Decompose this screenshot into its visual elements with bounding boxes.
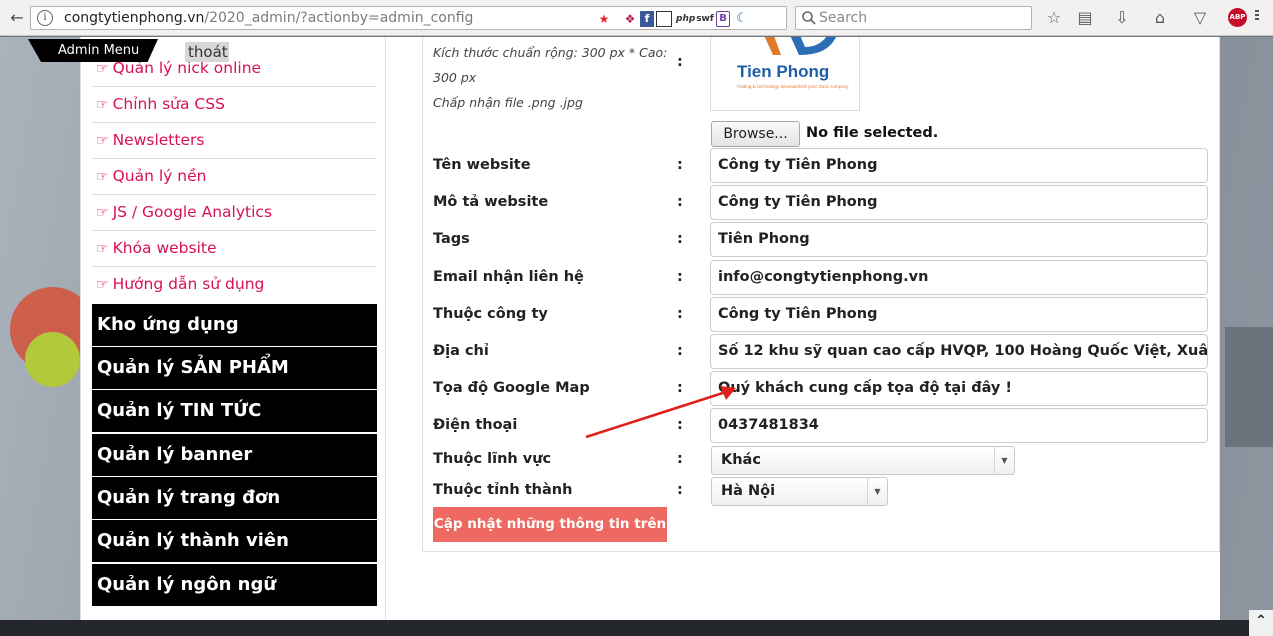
flag-extension-icon[interactable]: ★ xyxy=(597,11,611,27)
footer-bar xyxy=(0,620,1273,636)
download-icon[interactable]: ⇩ xyxy=(1111,7,1133,29)
logo-brand-subtext: trading & technology development joint s… xyxy=(737,84,849,89)
label-tags: Tags xyxy=(433,231,470,247)
sidebar-block-app-store[interactable]: Kho ứng dụng xyxy=(92,304,377,346)
industry-select[interactable]: Khác ▼ xyxy=(711,446,1015,475)
company-input[interactable]: Công ty Tiên Phong xyxy=(710,297,1208,332)
website-name-input[interactable]: Công ty Tiên Phong xyxy=(710,148,1208,183)
facebook-icon[interactable]: f xyxy=(640,11,654,27)
label-phone: Điện thoại xyxy=(433,417,518,433)
sidebar-block-products[interactable]: Quản lý SẢN PHẨM xyxy=(92,347,377,389)
sidebar-block-languages[interactable]: Quản lý ngôn ngữ xyxy=(92,564,377,606)
logo-preview: Tien Phong trading & technology developm… xyxy=(710,37,860,111)
google-map-input[interactable]: Quý khách cung cấp tọa độ tại đây ! xyxy=(710,371,1208,406)
sidebar-item-background[interactable]: ☞ Quản lý nền xyxy=(92,159,377,195)
label-website-name: Tên website xyxy=(433,157,531,173)
update-info-button[interactable]: Cập nhật những thông tin trên xyxy=(433,507,667,542)
colon: : xyxy=(677,157,683,173)
back-arrow-icon[interactable]: ← xyxy=(6,7,28,29)
website-description-input[interactable]: Công ty Tiên Phong xyxy=(710,185,1208,220)
province-select-value: Hà Nội xyxy=(721,483,776,499)
url-bar[interactable]: i congtytienphong.vn/2020_admin/?actionb… xyxy=(30,6,808,30)
hand-pointer-icon: ☞ xyxy=(96,277,109,293)
url-text[interactable]: congtytienphong.vn/2020_admin/?actionby=… xyxy=(64,10,473,26)
adblock-plus-icon[interactable]: ABP xyxy=(1228,8,1247,27)
hand-pointer-icon: ☞ xyxy=(96,241,109,257)
colon: : xyxy=(677,269,683,285)
sidebar-item-lock-website[interactable]: ☞ Khóa website xyxy=(92,231,377,267)
browser-menu-icon[interactable] xyxy=(1255,10,1259,24)
annotation-arrow-icon xyxy=(585,386,736,439)
hand-pointer-icon: ☞ xyxy=(96,133,109,149)
reading-list-icon[interactable]: ▤ xyxy=(1074,7,1096,29)
label-province: Thuộc tỉnh thành xyxy=(433,482,573,498)
hand-pointer-icon: ☞ xyxy=(96,61,109,77)
scroll-to-top-icon[interactable]: ⌃ xyxy=(1249,610,1273,636)
php-extension-icon[interactable]: php xyxy=(676,11,695,27)
file-status-text: No file selected. xyxy=(806,125,939,141)
colon: : xyxy=(677,451,683,467)
sidebar-item-newsletters[interactable]: ☞ Newsletters xyxy=(92,123,377,159)
sidebar-block-pages[interactable]: Quản lý trang đơn xyxy=(92,477,377,519)
sidebar-block-banner[interactable]: Quản lý banner xyxy=(92,434,377,476)
feather-extension-icon[interactable]: ❖ xyxy=(622,11,638,27)
logo-brand-text: Tien Phong xyxy=(737,62,830,81)
hand-pointer-icon: ☞ xyxy=(96,169,109,185)
hand-pointer-icon: ☞ xyxy=(96,205,109,221)
colon: : xyxy=(677,231,683,247)
search-input[interactable]: Search xyxy=(819,10,867,26)
contact-email-input[interactable]: info@congtytienphong.vn xyxy=(710,260,1208,295)
colon: : xyxy=(677,306,683,322)
background-decoration xyxy=(25,332,80,387)
search-bar[interactable]: Search xyxy=(795,6,1032,30)
label-industry: Thuộc lĩnh vực xyxy=(433,451,552,467)
label-google-map: Tọa độ Google Map xyxy=(433,380,590,396)
sidebar-item-css[interactable]: ☞ Chỉnh sửa CSS xyxy=(92,87,377,123)
tags-input[interactable]: Tiên Phong xyxy=(710,222,1208,257)
colon: : xyxy=(677,194,683,210)
industry-select-value: Khác xyxy=(721,452,761,468)
moon-extension-icon[interactable]: ☾ xyxy=(734,11,750,27)
province-select[interactable]: Hà Nội ▼ xyxy=(711,477,888,506)
chevron-down-icon: ▼ xyxy=(867,478,887,505)
colon: : xyxy=(677,482,683,498)
sidebar-block-news[interactable]: Quản lý TIN TỨC xyxy=(92,390,377,432)
image-extension-icon[interactable] xyxy=(656,11,672,27)
admin-sidebar: ☞ Quản lý nick online ☞ Chỉnh sửa CSS ☞ New… xyxy=(80,37,386,620)
logo-mark-icon xyxy=(764,37,836,55)
admin-menu-tab[interactable]: Admin Menu xyxy=(28,39,158,62)
label-address: Địa chỉ xyxy=(433,343,489,359)
browser-toolbar: ← i congtytienphong.vn/2020_admin/?actio… xyxy=(0,0,1273,36)
bootstrap-extension-icon[interactable]: B xyxy=(716,11,730,27)
browse-file-button[interactable]: Browse... xyxy=(711,121,800,147)
label-website-description: Mô tả website xyxy=(433,194,549,210)
colon: : xyxy=(677,343,683,359)
search-icon xyxy=(802,11,816,25)
background-decoration xyxy=(1225,327,1273,447)
pocket-icon[interactable]: ▽ xyxy=(1189,7,1211,29)
sidebar-block-members[interactable]: Quản lý thành viên xyxy=(92,520,377,562)
bookmark-star-icon[interactable]: ☆ xyxy=(1043,7,1065,29)
label-company: Thuộc công ty xyxy=(433,306,548,322)
site-info-icon[interactable]: i xyxy=(37,10,53,26)
swf-extension-icon[interactable]: swf xyxy=(696,11,714,27)
address-input[interactable]: Số 12 khu sỹ quan cao cấp HVQP, 100 Hoàn… xyxy=(710,334,1208,369)
hand-pointer-icon: ☞ xyxy=(96,97,109,113)
sidebar-item-user-guide[interactable]: ☞ Hướng dẫn sử dụng xyxy=(92,267,377,303)
logo-size-note: Kích thước chuẩn rộng: 300 px * Cao: xyxy=(433,45,668,60)
logo-size-note-cont: 300 px xyxy=(433,70,477,85)
sidebar-item-analytics[interactable]: ☞ JS / Google Analytics xyxy=(92,195,377,231)
home-icon[interactable]: ⌂ xyxy=(1149,7,1171,29)
label-contact-email: Email nhận liên hệ xyxy=(433,269,584,285)
chevron-down-icon: ▼ xyxy=(994,447,1014,474)
logo-format-note: Chấp nhận file .png .jpg xyxy=(433,95,583,110)
logout-button[interactable]: thoát xyxy=(185,42,229,62)
phone-input[interactable]: 0437481834 xyxy=(710,408,1208,443)
colon: : xyxy=(677,54,683,70)
